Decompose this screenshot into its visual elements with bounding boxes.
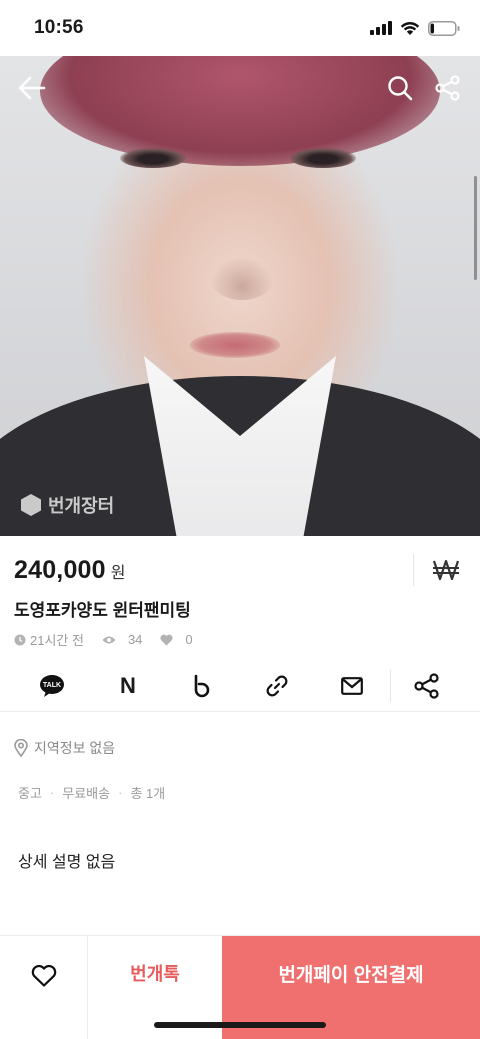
- tag-separator: ·: [118, 785, 123, 800]
- tag-shipping: 무료배송: [62, 786, 111, 801]
- share-bar: TALK N: [0, 660, 480, 712]
- share-icon: [414, 673, 439, 699]
- wifi-icon: [400, 21, 420, 35]
- view-count: 34: [127, 632, 143, 647]
- back-arrow-icon: [18, 76, 46, 100]
- cellular-signal-icon: [370, 21, 392, 35]
- link-icon: [266, 675, 288, 697]
- tag-condition: 중고: [18, 786, 42, 801]
- tag-separator: ·: [49, 785, 55, 800]
- home-indicator[interactable]: [154, 1022, 326, 1028]
- location-pin-icon: [14, 739, 28, 757]
- band-icon: [194, 674, 210, 698]
- kakao-label: TALK: [43, 682, 61, 689]
- status-bar: 10:56: [0, 0, 480, 56]
- back-button[interactable]: [12, 68, 52, 108]
- share-button[interactable]: [428, 68, 468, 108]
- watermark: 번개장터: [20, 492, 114, 518]
- share-copy-link[interactable]: [259, 670, 295, 702]
- location-text: 지역정보 없음: [34, 740, 116, 756]
- heart-outline-icon: [31, 964, 56, 987]
- like-count: 0: [185, 632, 193, 647]
- mail-icon: [341, 677, 363, 695]
- search-icon: [388, 76, 413, 101]
- heart-icon: [160, 634, 173, 645]
- product-title: 도영포카양도 윈터팬미팅: [14, 601, 191, 620]
- naver-icon: N: [120, 673, 136, 698]
- share-kakaotalk[interactable]: TALK: [34, 670, 70, 702]
- product-meta: 21시간 전 34 0: [14, 630, 193, 649]
- price-offer-button[interactable]: [426, 550, 466, 590]
- share-band[interactable]: [184, 670, 220, 702]
- eye-icon: [102, 636, 116, 643]
- share-naver[interactable]: N: [110, 670, 146, 702]
- price: 240,000: [14, 555, 106, 584]
- price-unit: 원: [110, 564, 126, 582]
- share-more[interactable]: [409, 670, 445, 702]
- clock-icon: [14, 634, 26, 645]
- product-description: 상세 설명 없음: [18, 854, 116, 871]
- product-image[interactable]: 번개장터: [0, 56, 480, 536]
- status-time: 10:56: [34, 17, 84, 38]
- share-email[interactable]: [334, 670, 370, 702]
- location-info: 지역정보 없음: [14, 738, 115, 758]
- status-icons: [370, 20, 460, 36]
- price-group: 240,000 원: [14, 556, 126, 585]
- bunjang-logo-icon: [21, 494, 41, 516]
- time-ago: 21시간 전: [30, 633, 84, 648]
- battery-icon: [428, 20, 460, 36]
- watermark-text: 번개장터: [48, 496, 115, 516]
- divider: [390, 670, 391, 702]
- divider: [413, 554, 414, 586]
- share-icon: [435, 75, 460, 101]
- tag-quantity: 총 1개: [130, 786, 166, 801]
- scrollbar[interactable]: [474, 176, 477, 280]
- product-tags: 중고 · 무료배송 · 총 1개: [18, 783, 165, 802]
- like-button[interactable]: [0, 936, 88, 1039]
- kakaotalk-icon: TALK: [40, 675, 64, 697]
- won-currency-icon: [432, 559, 460, 581]
- price-row: 240,000 원: [14, 548, 466, 592]
- search-button[interactable]: [380, 68, 420, 108]
